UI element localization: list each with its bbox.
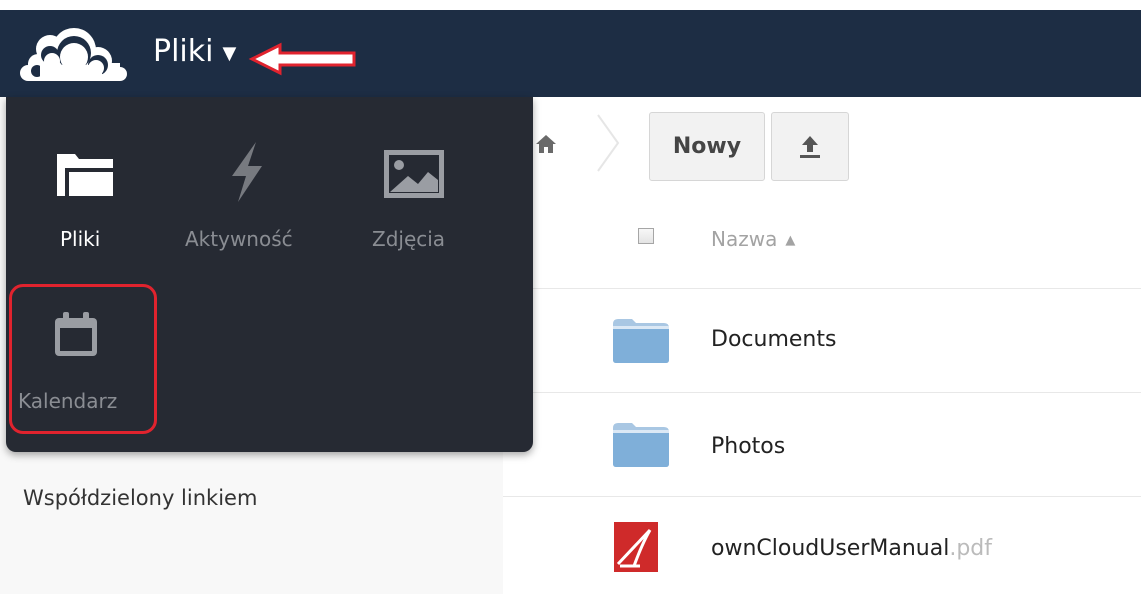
file-name[interactable]: Photos <box>711 434 785 459</box>
owncloud-logo-icon[interactable] <box>10 19 132 85</box>
folder-icon <box>613 423 669 467</box>
app-menu-label: Zdjęcia <box>372 227 446 251</box>
lightning-icon <box>232 142 262 202</box>
sidebar-item-shared-link[interactable]: Współdzielony linkiem <box>23 486 257 510</box>
file-extension: .pdf <box>949 536 992 561</box>
new-button[interactable]: Nowy <box>649 112 765 181</box>
column-name-label: Nazwa <box>711 227 778 251</box>
home-icon[interactable] <box>535 134 557 154</box>
app-switcher-toggle[interactable]: Pliki ▼ <box>153 34 236 69</box>
app-menu-label: Pliki <box>60 227 101 251</box>
image-icon <box>384 150 444 198</box>
folder-icon <box>57 154 113 196</box>
annotation-arrow-icon <box>248 42 356 76</box>
folder-icon <box>613 319 669 363</box>
app-menu-label: Aktywność <box>185 227 293 251</box>
file-name-text: Photos <box>711 434 786 459</box>
column-header-name[interactable]: Nazwa ▲ <box>711 227 795 251</box>
file-name[interactable]: Documents <box>711 327 836 352</box>
caret-down-icon: ▼ <box>222 43 237 64</box>
app-title: Pliki <box>153 34 214 69</box>
select-all-checkbox[interactable] <box>638 228 654 244</box>
upload-icon <box>800 135 820 158</box>
annotation-highlight-box <box>9 284 157 434</box>
top-strip <box>0 0 1141 10</box>
file-name-text: Documents <box>711 327 837 352</box>
upload-button[interactable] <box>771 112 849 181</box>
sort-ascending-icon: ▲ <box>785 233 796 248</box>
file-name[interactable]: ownCloudUserManual.pdf <box>711 536 992 561</box>
pdf-icon <box>614 522 658 572</box>
file-name-text: ownCloudUserManual <box>711 536 950 561</box>
file-row[interactable] <box>503 393 1141 497</box>
breadcrumb-separator-icon <box>597 114 620 172</box>
